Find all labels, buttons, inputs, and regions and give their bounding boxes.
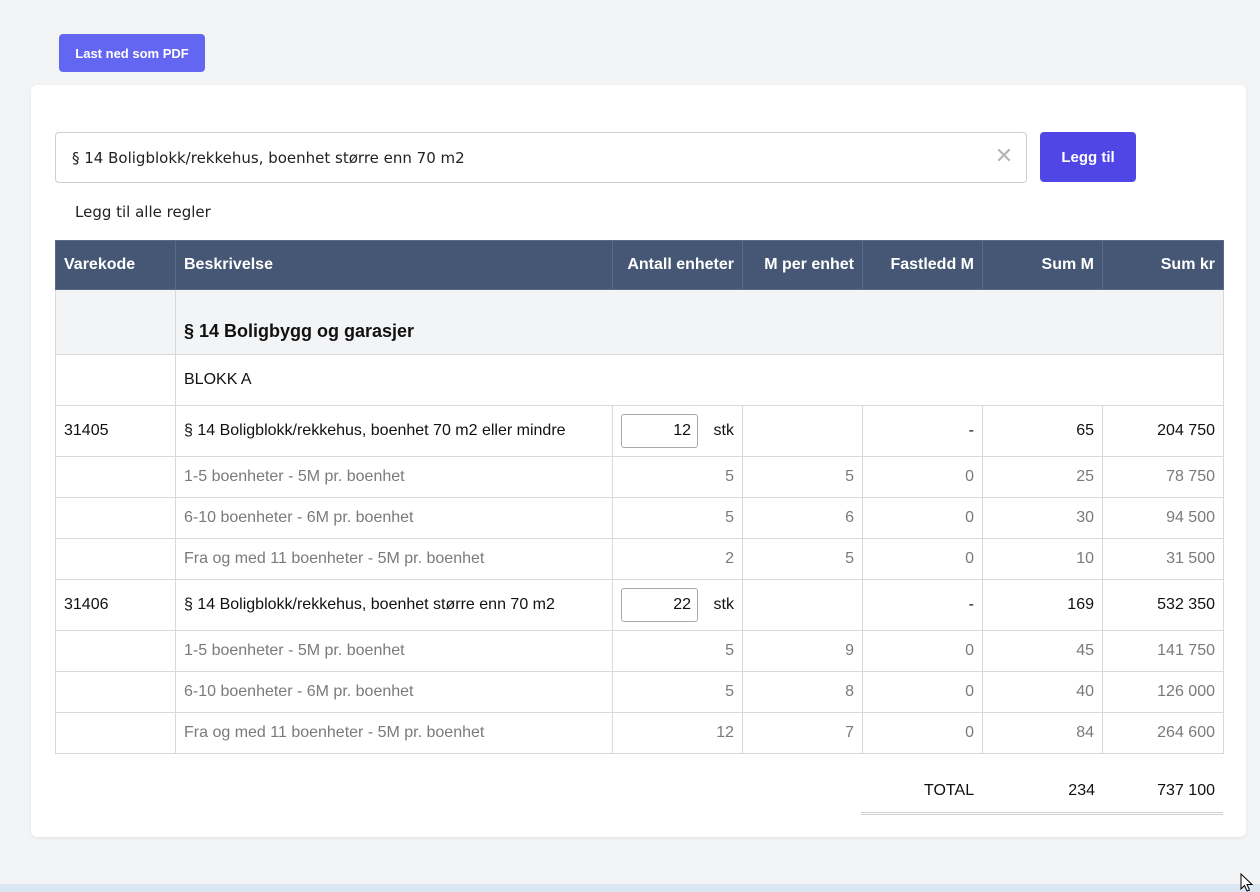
sub-sum-m: 30 [982,497,1103,539]
table-row-sub: 6-10 boenheter - 6M pr. boenhet 5 8 0 40… [55,671,1224,713]
mouse-pointer-icon [1240,873,1254,892]
sub-code [55,456,176,498]
unit-label: stk [713,422,734,439]
item-description: § 14 Boligblokk/rekkehus, boenhet 70 m2 … [175,405,613,457]
item-fixed: - [862,579,983,631]
table-row-sub: 1-5 boenheter - 5M pr. boenhet 5 9 0 45 … [55,630,1224,672]
table-row-item: 31406 § 14 Boligblokk/rekkehus, boenhet … [55,579,1224,631]
sub-fixed: 0 [862,712,983,754]
table-row-sub: 6-10 boenheter - 6M pr. boenhet 5 6 0 30… [55,497,1224,539]
sub-fixed: 0 [862,630,983,672]
header-antall-enheter: Antall enheter [612,240,743,290]
sub-m-per: 5 [742,456,863,498]
sub-sum-kr: 126 000 [1102,671,1224,713]
sub-description: 6-10 boenheter - 6M pr. boenhet [175,671,613,713]
sub-code [55,630,176,672]
total-sum-m: 234 [1068,782,1095,799]
total-label: TOTAL [924,782,975,799]
quantity-input[interactable] [621,588,698,622]
sub-fixed: 0 [862,497,983,539]
main-card: ✕ Legg til Legg til alle regler Varekode… [31,85,1246,837]
sub-code [55,712,176,754]
header-varekode: Varekode [55,240,176,290]
sub-description: 1-5 boenheter - 5M pr. boenhet [175,456,613,498]
search-input[interactable] [56,133,1026,182]
sub-sum-kr: 264 600 [1102,712,1224,754]
item-sum-m: 169 [982,579,1103,631]
group-title: BLOKK A [175,354,1224,406]
quantity-input[interactable] [621,414,698,448]
sub-m-per: 8 [742,671,863,713]
sub-m-per: 6 [742,497,863,539]
section-title: § 14 Boligbygg og garasjer [175,289,1224,355]
item-sum-kr: 532 350 [1102,579,1224,631]
sub-description: 1-5 boenheter - 5M pr. boenhet [175,630,613,672]
table-row-sub: Fra og med 11 boenheter - 5M pr. boenhet… [55,712,1224,754]
group-code-cell [55,354,176,406]
group-row: BLOKK A [55,354,1224,406]
items-table: Varekode Beskrivelse Antall enheter M pe… [55,240,1224,754]
sub-units: 5 [612,497,743,539]
close-icon[interactable]: ✕ [994,146,1014,168]
sub-units: 12 [612,712,743,754]
search-field[interactable]: ✕ [55,132,1027,183]
header-sum-m: Sum M [982,240,1103,290]
download-pdf-button[interactable]: Last ned som PDF [59,34,205,72]
item-m-per [742,405,863,457]
header-fastledd-m: Fastledd M [862,240,983,290]
item-code: 31405 [55,405,176,457]
header-m-per-enhet: M per enhet [742,240,863,290]
add-button[interactable]: Legg til [1040,132,1136,182]
sub-sum-kr: 94 500 [1102,497,1224,539]
header-beskrivelse: Beskrivelse [175,240,613,290]
sub-code [55,497,176,539]
item-m-per [742,579,863,631]
sub-m-per: 5 [742,538,863,580]
item-fixed: - [862,405,983,457]
item-sum-m: 65 [982,405,1103,457]
section-row: § 14 Boligbygg og garasjer [55,289,1224,355]
sub-sum-m: 10 [982,538,1103,580]
item-sum-kr: 204 750 [1102,405,1224,457]
table-row-item: 31405 § 14 Boligblokk/rekkehus, boenhet … [55,405,1224,457]
sub-fixed: 0 [862,671,983,713]
bottom-bar [0,884,1260,892]
sub-m-per: 7 [742,712,863,754]
sub-units: 5 [612,630,743,672]
item-quantity-cell: stk [612,405,743,457]
item-description: § 14 Boligblokk/rekkehus, boenhet større… [175,579,613,631]
unit-label: stk [713,596,734,613]
sub-sum-kr: 31 500 [1102,538,1224,580]
table-row-sub: Fra og med 11 boenheter - 5M pr. boenhet… [55,538,1224,580]
item-quantity-cell: stk [612,579,743,631]
sub-sum-kr: 78 750 [1102,456,1224,498]
sub-units: 5 [612,671,743,713]
sub-units: 2 [612,538,743,580]
sub-sum-m: 25 [982,456,1103,498]
item-code: 31406 [55,579,176,631]
sub-description: 6-10 boenheter - 6M pr. boenhet [175,497,613,539]
sub-sum-kr: 141 750 [1102,630,1224,672]
sub-fixed: 0 [862,456,983,498]
sub-m-per: 9 [742,630,863,672]
add-all-rules-link[interactable]: Legg til alle regler [75,203,211,221]
sub-sum-m: 45 [982,630,1103,672]
sub-description: Fra og med 11 boenheter - 5M pr. boenhet [175,538,613,580]
sub-sum-m: 84 [982,712,1103,754]
sub-sum-m: 40 [982,671,1103,713]
sub-units: 5 [612,456,743,498]
total-row: TOTAL 234 737 100 [861,775,1223,815]
header-sum-kr: Sum kr [1102,240,1224,290]
sub-code [55,671,176,713]
table-row-sub: 1-5 boenheter - 5M pr. boenhet 5 5 0 25 … [55,456,1224,498]
sub-code [55,538,176,580]
sub-description: Fra og med 11 boenheter - 5M pr. boenhet [175,712,613,754]
section-code-cell [55,289,176,355]
table-header-row: Varekode Beskrivelse Antall enheter M pe… [55,240,1224,290]
total-sum-kr: 737 100 [1157,782,1215,799]
sub-fixed: 0 [862,538,983,580]
